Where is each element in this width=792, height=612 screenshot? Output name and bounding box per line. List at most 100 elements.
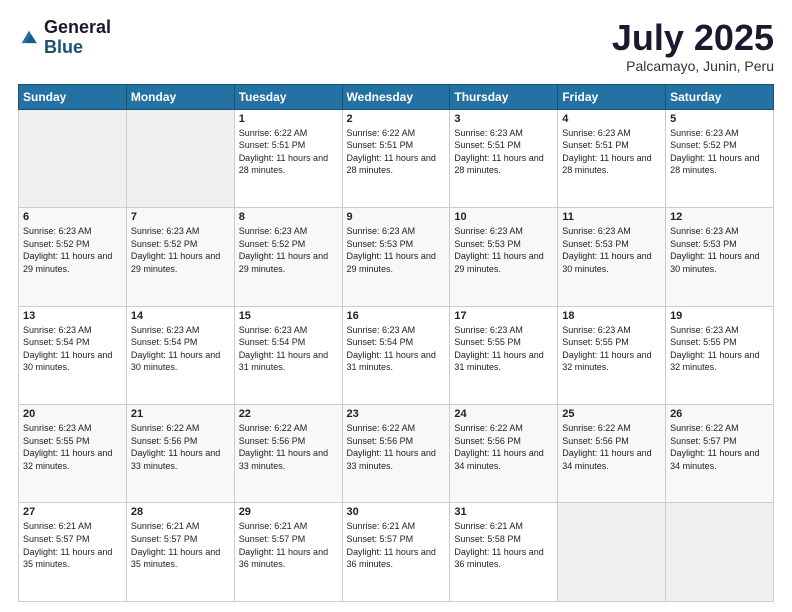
day-header-saturday: Saturday: [666, 84, 774, 109]
day-number: 23: [347, 408, 446, 420]
day-number: 25: [562, 408, 661, 420]
calendar-cell: 29Sunrise: 6:21 AM Sunset: 5:57 PM Dayli…: [234, 503, 342, 602]
cell-text: Sunrise: 6:22 AM Sunset: 5:56 PM Dayligh…: [562, 422, 661, 472]
logo-blue: Blue: [44, 37, 83, 57]
cell-text: Sunrise: 6:23 AM Sunset: 5:52 PM Dayligh…: [131, 225, 230, 275]
cell-text: Sunrise: 6:23 AM Sunset: 5:54 PM Dayligh…: [239, 324, 338, 374]
calendar-header-row: SundayMondayTuesdayWednesdayThursdayFrid…: [19, 84, 774, 109]
cell-text: Sunrise: 6:21 AM Sunset: 5:58 PM Dayligh…: [454, 520, 553, 570]
calendar-cell: 14Sunrise: 6:23 AM Sunset: 5:54 PM Dayli…: [126, 306, 234, 404]
calendar-cell: 12 Sunrise: 6:23 AM Sunset: 5:53 PM Dayli…: [666, 208, 774, 306]
cell-text: Sunrise: 6:23 AM Sunset: 5:54 PM Dayligh…: [347, 324, 446, 374]
calendar-cell: 15Sunrise: 6:23 AM Sunset: 5:54 PM Dayli…: [234, 306, 342, 404]
day-header-sunday: Sunday: [19, 84, 127, 109]
day-number: 19: [670, 310, 769, 322]
day-number: 20: [23, 408, 122, 420]
cell-text: Sunrise: 6:22 AM Sunset: 5:56 PM Dayligh…: [347, 422, 446, 472]
calendar-cell: 7 Sunrise: 6:23 AM Sunset: 5:52 PM Daylig…: [126, 208, 234, 306]
calendar-cell: 9 Sunrise: 6:23 AM Sunset: 5:53 PM Daylig…: [342, 208, 450, 306]
calendar-cell: 24 Sunrise: 6:22 AM Sunset: 5:56 PM Dayli…: [450, 405, 558, 503]
logo-text: General Blue: [44, 18, 111, 58]
day-number: 2: [347, 113, 446, 125]
cell-text: Sunrise: 6:23 AM Sunset: 5:53 PM Dayligh…: [670, 225, 769, 275]
calendar-cell: 20 Sunrise: 6:23 AM Sunset: 5:55 PM Dayli…: [19, 405, 127, 503]
day-number: 7: [131, 211, 230, 223]
calendar-cell: 22 Sunrise: 6:22 AM Sunset: 5:56 PM Dayli…: [234, 405, 342, 503]
cell-text: Sunrise: 6:23 AM Sunset: 5:54 PM Dayligh…: [131, 324, 230, 374]
day-number: 10: [454, 211, 553, 223]
calendar-cell: 30Sunrise: 6:21 AM Sunset: 5:57 PM Dayli…: [342, 503, 450, 602]
main-title: July 2025: [612, 18, 774, 58]
day-header-wednesday: Wednesday: [342, 84, 450, 109]
calendar-cell: 27Sunrise: 6:21 AM Sunset: 5:57 PM Dayli…: [19, 503, 127, 602]
day-number: 17: [454, 310, 553, 322]
day-number: 3: [454, 113, 553, 125]
calendar-cell: 4 Sunrise: 6:23 AM Sunset: 5:51 PM Daylig…: [558, 109, 666, 207]
calendar-cell: [558, 503, 666, 602]
day-number: 22: [239, 408, 338, 420]
calendar-cell: 2 Sunrise: 6:22 AM Sunset: 5:51 PM Daylig…: [342, 109, 450, 207]
cell-text: Sunrise: 6:23 AM Sunset: 5:52 PM Dayligh…: [23, 225, 122, 275]
cell-text: Sunrise: 6:23 AM Sunset: 5:52 PM Dayligh…: [239, 225, 338, 275]
cell-text: Sunrise: 6:23 AM Sunset: 5:51 PM Dayligh…: [562, 127, 661, 177]
cell-text: Sunrise: 6:22 AM Sunset: 5:56 PM Dayligh…: [454, 422, 553, 472]
calendar-cell: [126, 109, 234, 207]
day-number: 9: [347, 211, 446, 223]
logo: General Blue: [18, 18, 111, 58]
day-header-thursday: Thursday: [450, 84, 558, 109]
calendar-week-4: 20 Sunrise: 6:23 AM Sunset: 5:55 PM Dayli…: [19, 405, 774, 503]
cell-text: Sunrise: 6:21 AM Sunset: 5:57 PM Dayligh…: [347, 520, 446, 570]
cell-text: Sunrise: 6:23 AM Sunset: 5:55 PM Dayligh…: [23, 422, 122, 472]
calendar-cell: 23 Sunrise: 6:22 AM Sunset: 5:56 PM Dayli…: [342, 405, 450, 503]
day-header-friday: Friday: [558, 84, 666, 109]
logo-general: General: [44, 17, 111, 37]
day-number: 13: [23, 310, 122, 322]
day-number: 8: [239, 211, 338, 223]
day-number: 4: [562, 113, 661, 125]
calendar-cell: 3 Sunrise: 6:23 AM Sunset: 5:51 PM Daylig…: [450, 109, 558, 207]
calendar-week-2: 6 Sunrise: 6:23 AM Sunset: 5:52 PM Daylig…: [19, 208, 774, 306]
day-number: 12: [670, 211, 769, 223]
cell-text: Sunrise: 6:22 AM Sunset: 5:56 PM Dayligh…: [239, 422, 338, 472]
cell-text: Sunrise: 6:23 AM Sunset: 5:53 PM Dayligh…: [347, 225, 446, 275]
calendar-week-1: 1Sunrise: 6:22 AM Sunset: 5:51 PM Daylig…: [19, 109, 774, 207]
cell-text: Sunrise: 6:23 AM Sunset: 5:53 PM Dayligh…: [454, 225, 553, 275]
cell-text: Sunrise: 6:23 AM Sunset: 5:51 PM Dayligh…: [454, 127, 553, 177]
cell-text: Sunrise: 6:22 AM Sunset: 5:56 PM Dayligh…: [131, 422, 230, 472]
logo-icon: [18, 27, 40, 49]
calendar-table: SundayMondayTuesdayWednesdayThursdayFrid…: [18, 84, 774, 602]
subtitle: Palcamayo, Junin, Peru: [612, 58, 774, 74]
day-number: 6: [23, 211, 122, 223]
calendar-cell: 26 Sunrise: 6:22 AM Sunset: 5:57 PM Dayli…: [666, 405, 774, 503]
day-number: 31: [454, 506, 553, 518]
calendar-cell: [19, 109, 127, 207]
page: General Blue July 2025 Palcamayo, Junin,…: [0, 0, 792, 612]
cell-text: Sunrise: 6:23 AM Sunset: 5:55 PM Dayligh…: [454, 324, 553, 374]
calendar-cell: 5 Sunrise: 6:23 AM Sunset: 5:52 PM Daylig…: [666, 109, 774, 207]
calendar-cell: 25 Sunrise: 6:22 AM Sunset: 5:56 PM Dayli…: [558, 405, 666, 503]
calendar-cell: 1Sunrise: 6:22 AM Sunset: 5:51 PM Daylig…: [234, 109, 342, 207]
calendar-cell: 31 Sunrise: 6:21 AM Sunset: 5:58 PM Dayli…: [450, 503, 558, 602]
cell-text: Sunrise: 6:22 AM Sunset: 5:51 PM Dayligh…: [239, 127, 338, 177]
cell-text: Sunrise: 6:23 AM Sunset: 5:53 PM Dayligh…: [562, 225, 661, 275]
cell-text: Sunrise: 6:23 AM Sunset: 5:52 PM Dayligh…: [670, 127, 769, 177]
day-header-tuesday: Tuesday: [234, 84, 342, 109]
calendar-cell: 6 Sunrise: 6:23 AM Sunset: 5:52 PM Daylig…: [19, 208, 127, 306]
calendar-cell: 8 Sunrise: 6:23 AM Sunset: 5:52 PM Daylig…: [234, 208, 342, 306]
header: General Blue July 2025 Palcamayo, Junin,…: [18, 18, 774, 74]
day-header-monday: Monday: [126, 84, 234, 109]
calendar-cell: 16Sunrise: 6:23 AM Sunset: 5:54 PM Dayli…: [342, 306, 450, 404]
calendar-cell: 21 Sunrise: 6:22 AM Sunset: 5:56 PM Dayli…: [126, 405, 234, 503]
day-number: 21: [131, 408, 230, 420]
day-number: 28: [131, 506, 230, 518]
calendar-cell: 11Sunrise: 6:23 AM Sunset: 5:53 PM Dayli…: [558, 208, 666, 306]
day-number: 26: [670, 408, 769, 420]
cell-text: Sunrise: 6:23 AM Sunset: 5:55 PM Dayligh…: [670, 324, 769, 374]
day-number: 5: [670, 113, 769, 125]
cell-text: Sunrise: 6:22 AM Sunset: 5:57 PM Dayligh…: [670, 422, 769, 472]
day-number: 24: [454, 408, 553, 420]
calendar-cell: 19 Sunrise: 6:23 AM Sunset: 5:55 PM Dayli…: [666, 306, 774, 404]
calendar-cell: [666, 503, 774, 602]
day-number: 27: [23, 506, 122, 518]
cell-text: Sunrise: 6:22 AM Sunset: 5:51 PM Dayligh…: [347, 127, 446, 177]
